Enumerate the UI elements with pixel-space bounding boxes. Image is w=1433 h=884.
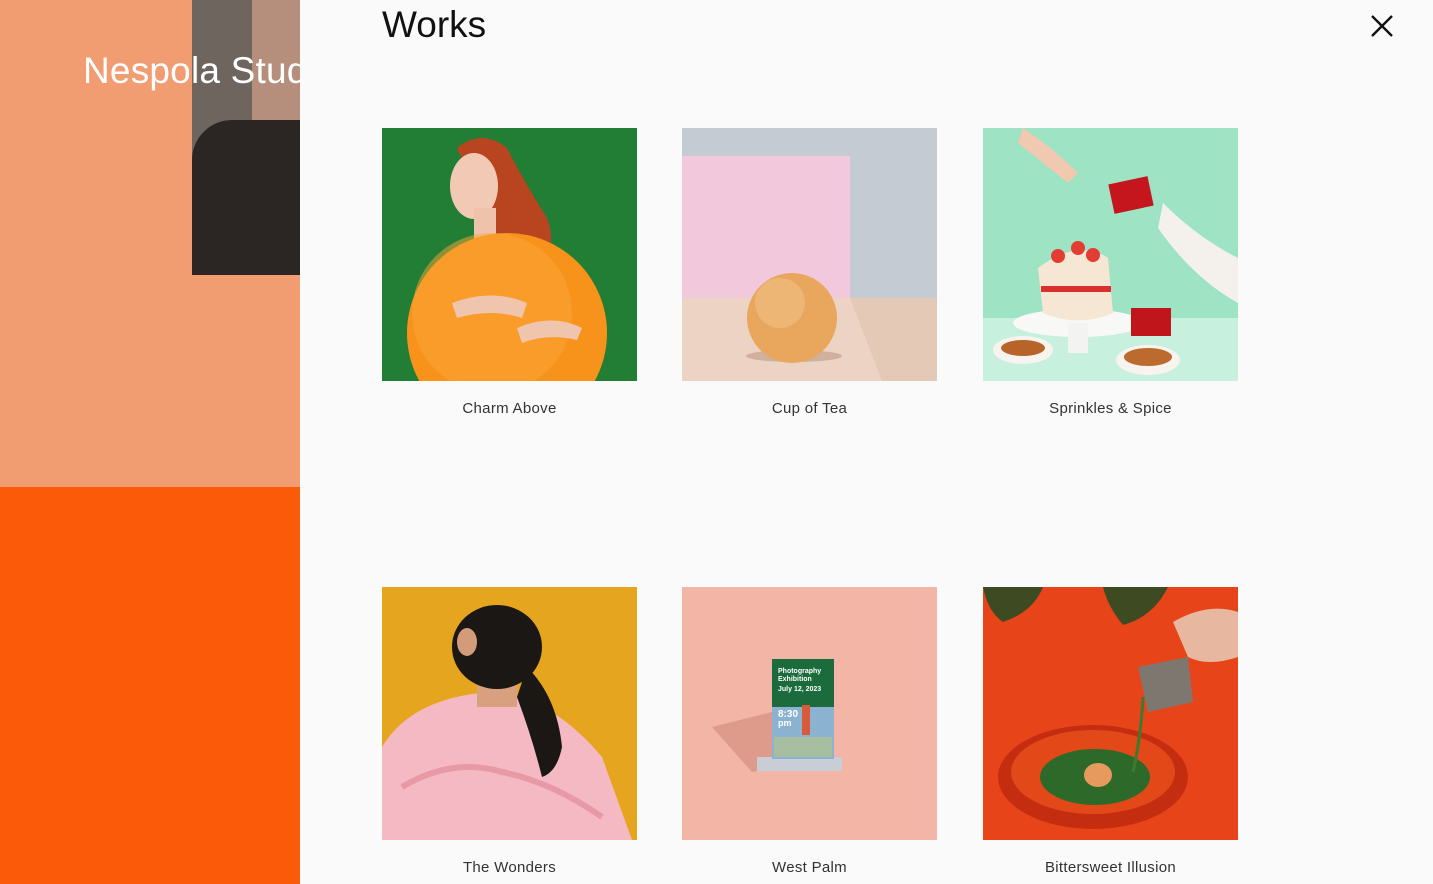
svg-text:pm: pm	[778, 718, 792, 728]
work-card[interactable]: Cup of Tea	[682, 128, 937, 417]
work-thumbnail[interactable]	[682, 128, 937, 381]
work-thumbnail[interactable]	[382, 587, 637, 840]
work-thumbnail[interactable]	[382, 128, 637, 381]
work-card[interactable]: Photography Exhibition July 12, 2023 8:3…	[682, 587, 937, 876]
work-card[interactable]: Bittersweet Illusion	[983, 587, 1238, 876]
grapefruit-on-table-image	[682, 128, 937, 381]
work-title[interactable]: Cup of Tea	[682, 400, 937, 417]
works-panel: Works Charm Above Cup of Tea Sprinkles &…	[300, 0, 1433, 884]
orange-block	[0, 487, 300, 884]
svg-text:Photography: Photography	[778, 668, 821, 675]
background-site: Nespola Stud	[0, 0, 300, 884]
work-title[interactable]: West Palm	[682, 859, 937, 876]
work-title[interactable]: Charm Above	[382, 400, 637, 417]
close-button[interactable]	[1368, 12, 1396, 40]
page: Nespola Stud Works Charm Above Cup of Te…	[0, 0, 1433, 884]
work-card[interactable]: Sprinkles & Spice	[983, 128, 1238, 417]
work-thumbnail[interactable]	[983, 128, 1238, 381]
work-thumbnail[interactable]	[983, 587, 1238, 840]
woman-holding-orange-ball-image	[382, 128, 637, 381]
brand-title[interactable]: Nespola Stud	[83, 50, 300, 92]
pouring-green-soup-image	[983, 587, 1238, 840]
close-icon	[1371, 15, 1393, 37]
woman-in-pink-puffer-jacket-image	[382, 587, 637, 840]
strawberry-cake-with-gifts-image	[983, 128, 1238, 381]
work-title[interactable]: The Wonders	[382, 859, 637, 876]
svg-text:July 12, 2023: July 12, 2023	[778, 686, 821, 693]
svg-text:Exhibition: Exhibition	[778, 676, 812, 683]
work-title[interactable]: Bittersweet Illusion	[983, 859, 1238, 876]
work-thumbnail[interactable]: Photography Exhibition July 12, 2023 8:3…	[682, 587, 937, 840]
exhibition-poster-stand-image: Photography Exhibition July 12, 2023 8:3…	[682, 587, 937, 840]
panel-title: Works	[382, 4, 487, 45]
work-card[interactable]: Charm Above	[382, 128, 637, 417]
work-title[interactable]: Sprinkles & Spice	[983, 400, 1238, 417]
portrait-image	[192, 0, 300, 275]
work-card[interactable]: The Wonders	[382, 587, 637, 876]
